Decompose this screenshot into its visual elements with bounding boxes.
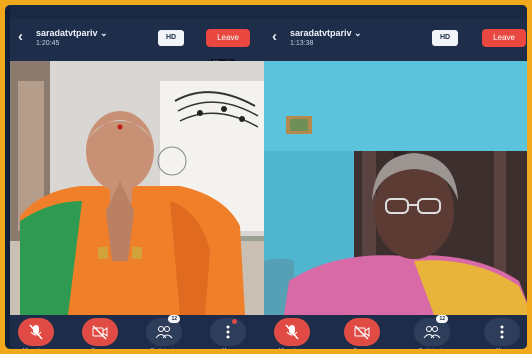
camera-button[interactable]: Camera: [338, 318, 386, 354]
microphone-label: Microphone: [278, 348, 306, 354]
participants-button[interactable]: 12 Participants: [408, 315, 456, 354]
microphone-off-icon: [285, 324, 299, 340]
camera-button[interactable]: Camera: [76, 318, 124, 354]
camera-label: Camera: [91, 348, 109, 354]
more-icon: [226, 325, 230, 339]
participants-count-badge: 12: [436, 315, 448, 323]
back-chevron-icon[interactable]: ‹: [18, 28, 23, 45]
participants-label: Participants: [418, 348, 446, 354]
left-call-screen: ‹ saradatvtpariv ⌄ 1:20:45 HD Leave Unmu…: [10, 5, 264, 354]
participant-video: [10, 61, 264, 315]
more-label: More: [222, 348, 234, 354]
camera-off-icon: [92, 325, 108, 340]
status-bar: [10, 5, 264, 19]
call-header: ‹ saradatvtpariv ⌄ 1:20:45 HD Leave Unmu…: [10, 19, 264, 67]
hd-button[interactable]: HD: [158, 30, 184, 46]
participant-video: [264, 61, 527, 315]
camera-off-icon: [354, 325, 370, 340]
notification-dot: [232, 319, 237, 324]
more-icon: [500, 325, 504, 339]
screenshot-frame: ‹ saradatvtpariv ⌄ 1:20:45 HD Leave Unmu…: [0, 0, 532, 354]
microphone-off-icon: [29, 324, 43, 340]
microphone-label: Microphone: [22, 348, 50, 354]
participants-count-badge: 12: [168, 315, 180, 323]
call-timer: 1:13:38: [290, 40, 314, 47]
status-bar: [264, 5, 527, 19]
participants-button[interactable]: 12 Participants: [140, 315, 188, 354]
more-button[interactable]: More: [478, 318, 526, 354]
call-controls: Microphone Camera 12 Participants More: [10, 315, 264, 354]
participants-label: Participants: [150, 348, 178, 354]
participants-icon: [155, 326, 173, 339]
camera-label: Camera: [353, 348, 371, 354]
more-label: More: [496, 348, 508, 354]
leave-button[interactable]: Leave: [482, 29, 526, 47]
leave-button[interactable]: Leave: [206, 29, 250, 47]
microphone-button[interactable]: Microphone: [12, 318, 60, 354]
video-feed-woman-glasses: [264, 61, 527, 315]
call-timer: 1:20:45: [36, 40, 60, 47]
right-call-screen: ‹ saradatvtpariv ⌄ 1:13:38 HD Leave Micr…: [264, 5, 527, 354]
participants-icon: [423, 326, 441, 339]
meeting-title[interactable]: saradatvtpariv ⌄: [36, 28, 108, 39]
more-button[interactable]: More: [204, 318, 252, 354]
call-header: ‹ saradatvtpariv ⌄ 1:13:38 HD Leave: [264, 19, 527, 61]
hd-button[interactable]: HD: [432, 30, 458, 46]
video-feed-woman-praying: [10, 61, 264, 315]
microphone-button[interactable]: Microphone: [268, 318, 316, 354]
back-chevron-icon[interactable]: ‹: [272, 28, 277, 45]
call-controls: Microphone Camera 12 Participants More: [264, 315, 527, 354]
meeting-title[interactable]: saradatvtpariv ⌄: [290, 28, 362, 39]
